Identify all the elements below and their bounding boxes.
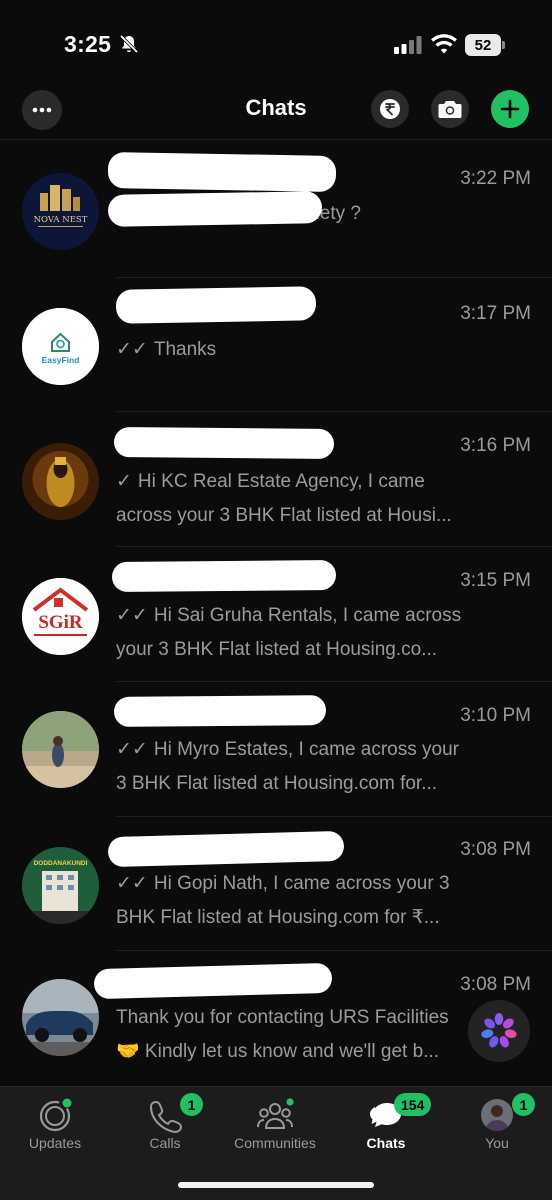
chat-row[interactable]: 3:10 PM ✓✓ Hi Myro Estates, I came across… [0,682,552,817]
chat-row[interactable]: 3:16 PM ✓ Hi KC Real Estate Agency, I cam… [0,412,552,547]
cellular-signal-icon [394,36,422,54]
profile-avatar-icon [481,1099,513,1131]
single-check-icon: ✓ [116,471,132,492]
redaction [107,830,345,868]
redaction [107,152,337,192]
tab-label: Chats [366,1135,406,1151]
chat-row[interactable]: 3:08 PM Thank you for contacting URS Fac… [0,951,552,1085]
tab-you[interactable]: You 1 [442,1093,552,1161]
preview-line: 3 BHK Flat listed at Housing.com for... [116,773,438,794]
building-ad-image: DODDANAKUNDI [22,847,99,924]
redaction [113,427,335,459]
preview-line: BHK Flat listed at Housing.com for ₹... [116,907,440,928]
rupee-icon [380,99,400,119]
you-badge: 1 [512,1093,535,1116]
avatar: SGiR [22,578,99,655]
status-time: 3:25 [64,31,112,57]
preview-line: 🤝 Kindly let us know and we'll get b... [116,1041,439,1062]
tab-label: Calls [149,1135,181,1151]
svg-text:NOVA NEST: NOVA NEST [34,215,88,225]
preview-line: ✓✓ Thanks [116,333,496,367]
svg-text:DODDANAKUNDI: DODDANAKUNDI [34,860,88,867]
chat-time: 3:16 PM [460,435,531,456]
chat-time: 3:22 PM [460,168,531,189]
chat-time: 3:08 PM [460,974,531,995]
tab-label: You [485,1135,509,1151]
avatar: EasyFind [22,308,99,385]
avatar: DODDANAKUNDI [22,847,99,924]
payments-button[interactable] [371,90,409,128]
svg-text:SGiR: SGiR [38,612,83,633]
double-check-icon: ✓✓ [116,605,148,626]
redaction [115,286,317,324]
chats-badge: 154 [394,1093,432,1116]
chat-preview: ✓✓ Thanks [116,333,496,367]
chat-time: 3:10 PM [460,705,531,726]
chat-time: 3:15 PM [460,570,531,591]
phone-icon [149,1100,183,1133]
sgir-logo: SGiR [22,578,99,655]
avatar: NOVA NEST [22,173,99,250]
chat-row[interactable]: SGiR 3:15 PM ✓✓ Hi Sai Gruha Rentals, I c… [0,547,552,682]
tab-label: Communities [234,1135,316,1151]
chat-time: 3:17 PM [460,303,531,324]
page-title: Chats [245,95,307,120]
preview-line: Thank you for contacting URS Facilities [116,1007,449,1028]
plus-icon [500,99,520,119]
home-indicator [178,1182,374,1188]
redaction [107,191,323,227]
battery-level: 52 [465,34,501,56]
double-check-icon: ✓✓ [116,873,148,894]
preview-line: ✓✓ Hi Sai Gruha Rentals, I came across [116,599,496,633]
tab-chats[interactable]: Chats 154 [331,1093,441,1161]
preview-line: ✓ Hi KC Real Estate Agency, I came [116,465,496,499]
chat-preview: ✓✓ Hi Myro Estates, I came across your 3 … [116,733,496,801]
nova-nest-logo: NOVA NEST [22,173,99,250]
redaction [113,695,327,727]
tab-calls[interactable]: Calls 1 [110,1093,220,1161]
chat-row[interactable]: EasyFind 3:17 PM ✓✓ Thanks [0,278,552,412]
chat-preview: ✓✓ Hi Sai Gruha Rentals, I came across yo… [116,599,496,667]
chat-preview: ✓✓ Hi Gopi Nath, I came across your 3 BHK… [116,867,496,935]
avatar [22,443,99,520]
communities-icon [257,1098,294,1129]
easyfind-logo: EasyFind [22,308,99,385]
chat-row[interactable]: NOVA NEST 3:22 PM society ? [0,140,552,278]
preview-line: ✓✓ Hi Myro Estates, I came across your [116,733,496,767]
tab-updates[interactable]: Updates [0,1093,110,1161]
tab-communities[interactable]: Communities [220,1093,330,1161]
new-chat-button[interactable] [491,90,529,128]
double-check-icon: ✓✓ [116,739,148,760]
battery-indicator: 52 [465,34,505,56]
chat-preview: Thank you for contacting URS Facilities … [116,1001,476,1069]
double-check-icon: ✓✓ [116,339,148,360]
preview-line: your 3 BHK Flat listed at Housing.co... [116,639,438,660]
wifi-icon [431,34,457,54]
chats-header: Chats [0,84,552,140]
car-photo [22,979,99,1056]
updates-icon [39,1098,72,1132]
preview-line: across your 3 BHK Flat listed at Housi..… [116,505,452,526]
deity-image [22,443,99,520]
bell-off-icon [119,34,139,54]
meta-ai-icon [481,1013,517,1048]
profile-photo [22,711,99,788]
chat-row[interactable]: DODDANAKUNDI 3:08 PM ✓✓ Hi Gopi Nath, I c… [0,816,552,951]
chat-list: NOVA NEST 3:22 PM society ? EasyFind 3:1… [0,140,552,1086]
meta-ai-button[interactable] [468,1000,530,1062]
tab-label: Updates [28,1135,82,1151]
status-bar: 3:25 52 [0,0,552,88]
redaction [111,560,337,592]
camera-button[interactable] [431,90,469,128]
redaction [93,962,333,1000]
calls-badge: 1 [180,1093,203,1116]
preview-line: ✓✓ Hi Gopi Nath, I came across your 3 [116,867,496,901]
avatar [22,711,99,788]
avatar [22,979,99,1056]
chat-time: 3:08 PM [460,839,531,860]
camera-icon [438,101,462,118]
chat-preview: ✓ Hi KC Real Estate Agency, I came across… [116,465,496,533]
svg-text:EasyFind: EasyFind [42,355,80,365]
